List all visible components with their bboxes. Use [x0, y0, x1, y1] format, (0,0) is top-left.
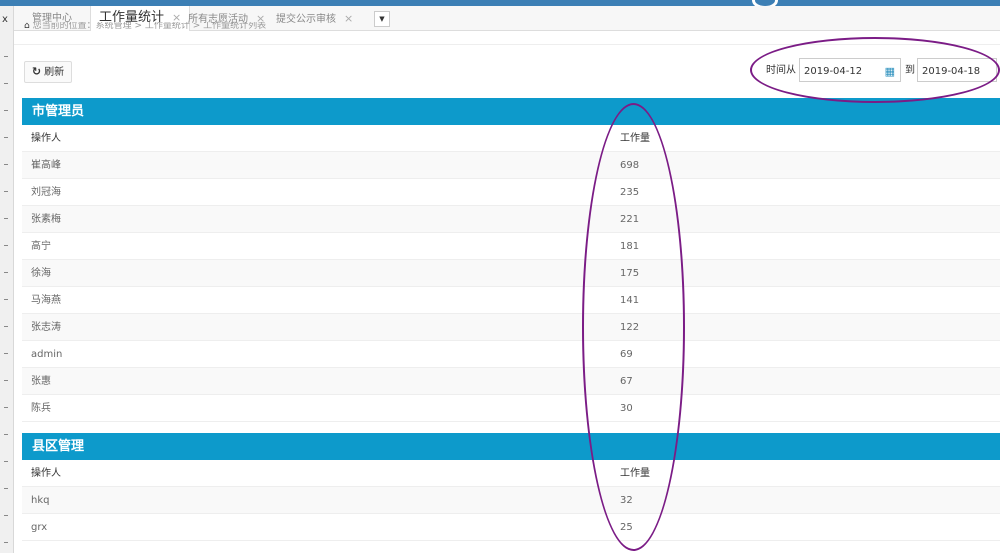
operator-name: grx — [31, 522, 48, 533]
column-header-operator: 操作人 — [31, 133, 61, 144]
operator-name: hkq — [31, 495, 50, 506]
sidebar-tick — [4, 353, 8, 354]
table-row: 马海燕 141 — [22, 287, 1000, 314]
table-row: 徐海 175 — [22, 260, 1000, 287]
sidebar-tick — [4, 380, 8, 381]
breadcrumb-text: 您当前的位置：系统管理 > 工作量统计 > 工作量统计列表 — [32, 22, 267, 31]
operator-name: admin — [31, 349, 63, 360]
collapse-icon[interactable]: x — [2, 14, 8, 25]
sidebar-tick — [4, 488, 8, 489]
refresh-label: 刷新 — [44, 67, 65, 78]
sidebar-tick — [4, 434, 8, 435]
table-row: 崔高峰 698 — [22, 152, 1000, 179]
sidebar-tick — [4, 191, 8, 192]
table-row: 张素梅 221 — [22, 206, 1000, 233]
table-row: hkq 32 — [22, 487, 1000, 514]
operator-name: 陈兵 — [31, 403, 51, 414]
table-header-row: 操作人 工作量 — [22, 125, 1000, 152]
operator-name: 崔高峰 — [31, 160, 61, 171]
sidebar-tick — [4, 407, 8, 408]
sidebar-tick — [4, 299, 8, 300]
sidebar-tick — [4, 326, 8, 327]
sidebar-tick — [4, 245, 8, 246]
operator-name: 张素梅 — [31, 214, 61, 225]
operator-name: 张惠 — [31, 376, 51, 387]
annotation-oval-dates — [750, 37, 1000, 103]
home-icon: ⌂ — [24, 22, 33, 31]
column-header-operator: 操作人 — [31, 468, 61, 479]
operator-name: 高宁 — [31, 241, 51, 252]
chevron-down-icon: ▼ — [379, 15, 385, 23]
operator-name: 张志涛 — [31, 322, 61, 333]
tab-more-button[interactable]: ▼ — [374, 11, 390, 27]
sidebar-tick — [4, 56, 8, 57]
close-icon[interactable]: × — [344, 12, 353, 25]
table-row: admin 69 — [22, 341, 1000, 368]
sidebar-tick — [4, 110, 8, 111]
table-header-row: 操作人 工作量 — [22, 460, 1000, 487]
tab-submit-review[interactable]: 提交公示审核 × — [276, 6, 353, 30]
operator-name: 马海燕 — [31, 295, 61, 306]
table-row: 陈兵 30 — [22, 395, 1000, 422]
table-row: 张志涛 122 — [22, 314, 1000, 341]
table-row: 高宁 181 — [22, 233, 1000, 260]
refresh-icon: ↻ — [31, 65, 42, 78]
sidebar-tick — [4, 461, 8, 462]
sidebar-tick — [4, 272, 8, 273]
tab-label: 提交公示审核 — [276, 14, 336, 25]
table-row: grx 25 — [22, 514, 1000, 541]
sidebar-tick — [4, 83, 8, 84]
breadcrumb: ⌂ 您当前的位置：系统管理 > 工作量统计 > 工作量统计列表 — [24, 22, 266, 32]
section-title: 县区管理 — [32, 439, 85, 454]
refresh-button[interactable]: ↻ 刷新 — [24, 61, 72, 83]
sidebar-tick — [4, 137, 8, 138]
sidebar-tick — [4, 164, 8, 165]
table-row: 刘冠海 235 — [22, 179, 1000, 206]
annotation-oval-workload — [582, 103, 685, 551]
section-header-county-admin: 县区管理 — [22, 433, 1000, 460]
table-row: 张惠 67 — [22, 368, 1000, 395]
sidebar-tick — [4, 542, 8, 543]
operator-name: 徐海 — [31, 268, 51, 279]
section-title: 市管理员 — [32, 104, 85, 119]
operator-name: 刘冠海 — [31, 187, 61, 198]
left-sidebar-strip: x — [0, 6, 14, 553]
sidebar-tick — [4, 515, 8, 516]
sidebar-tick — [4, 218, 8, 219]
